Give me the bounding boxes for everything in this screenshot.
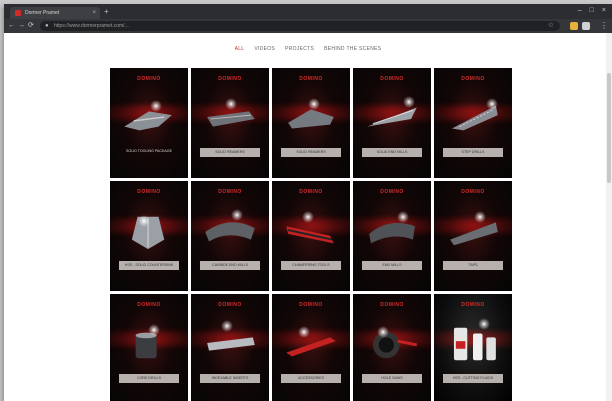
tile-brand-logo: DOMINO (218, 189, 242, 195)
lens-flare (298, 326, 310, 338)
product-tile[interactable]: DOMINO HSS - SOLID COUNTERSINK (110, 181, 188, 291)
lens-flare (474, 211, 486, 223)
tile-label[interactable]: SOLID END MILLS (362, 148, 422, 157)
product-tile[interactable]: DOMINO HOLE SAWS (353, 294, 431, 401)
product-tile[interactable]: DOMINO CORE DRILLS (110, 294, 188, 401)
tile-brand-logo: DOMINO (137, 189, 161, 195)
tile-label[interactable]: HSS - CUTTING FLUIDS (443, 374, 503, 383)
product-tile[interactable]: DOMINO HSS - CUTTING FLUIDS (434, 294, 512, 401)
lens-flare (148, 324, 160, 336)
title-bar: Dormer Pramet × + – □ × (4, 4, 612, 19)
tile-label[interactable]: SOLID REAMERS (200, 148, 260, 157)
product-image (369, 222, 415, 244)
lens-flare (150, 100, 162, 112)
tile-label[interactable]: HSS - SOLID COUNTERSINK (119, 261, 179, 270)
browser-toolbar: ← → ⟳ ● https://www.dormerpramet.com/...… (4, 19, 612, 33)
forward-button[interactable]: → (18, 21, 25, 31)
lens-flare (397, 211, 409, 223)
tile-brand-logo: DOMINO (380, 189, 404, 195)
product-tile[interactable]: DOMINO SOLID REAMERS (272, 68, 350, 178)
tile-brand-logo: DOMINO (299, 189, 323, 195)
product-grid: DOMINO SOLID TOOLING PACKAGE DOMINO SOLID R… (110, 68, 514, 401)
tile-label[interactable]: STEP DRILLS (443, 148, 503, 157)
site-nav: ALL VIDEOS PROJECTS BEHIND THE SCENES (4, 46, 612, 52)
tile-brand-logo: DOMINO (218, 76, 242, 82)
nav-item-behind-the-scenes[interactable]: BEHIND THE SCENES (324, 46, 381, 52)
extension-icon[interactable] (570, 22, 578, 30)
page-scrollbar[interactable] (606, 33, 612, 401)
product-tile[interactable]: DOMINO STEP DRILLS (434, 68, 512, 178)
nav-item-all[interactable]: ALL (235, 46, 245, 52)
tile-label[interactable]: HOLE SAWS (362, 374, 422, 383)
browser-window: Dormer Pramet × + – □ × ← → ⟳ ● https://… (4, 4, 612, 401)
lens-flare (231, 209, 243, 221)
nav-item-projects[interactable]: PROJECTS (285, 46, 314, 52)
product-tile[interactable]: DOMINO TAPS (434, 181, 512, 291)
tile-label[interactable]: CHAMFERING TOOLS (281, 261, 341, 270)
lens-flare (403, 96, 415, 108)
product-image (453, 327, 496, 361)
tile-brand-logo: DOMINO (461, 189, 485, 195)
scrollbar-thumb[interactable] (607, 73, 611, 183)
tile-label[interactable]: ACCESSORIES (281, 374, 341, 383)
tile-label[interactable]: SOLID REAMERS (281, 148, 341, 157)
tile-label[interactable]: END MILLS (362, 261, 422, 270)
bookmark-star-icon[interactable]: ☆ (548, 22, 554, 30)
browser-menu-button[interactable]: ⋮ (600, 21, 608, 31)
product-tile[interactable]: DOMINO SOLID END MILLS (353, 68, 431, 178)
address-bar[interactable]: ● https://www.dormerpramet.com/... ☆ (40, 21, 560, 31)
tile-brand-logo: DOMINO (299, 76, 323, 82)
product-image (124, 111, 172, 131)
lens-flare (486, 98, 498, 110)
web-page: ALL VIDEOS PROJECTS BEHIND THE SCENES DO… (4, 33, 612, 401)
new-tab-button[interactable]: + (104, 7, 109, 17)
minimize-button[interactable]: – (578, 7, 582, 15)
lens-flare (308, 98, 320, 110)
tile-brand-logo: DOMINO (218, 302, 242, 308)
favicon-icon (15, 10, 21, 16)
nav-item-videos[interactable]: VIDEOS (254, 46, 275, 52)
lock-icon: ● (45, 23, 49, 29)
product-image (205, 222, 255, 242)
browser-tab[interactable]: Dormer Pramet × (10, 7, 100, 19)
product-tile[interactable]: DOMINO END MILLS (353, 181, 431, 291)
product-tile[interactable]: DOMINO INDEXABLE INSERTS (191, 294, 269, 401)
product-tile[interactable]: DOMINO CHAMFERING TOOLS (272, 181, 350, 291)
lens-flare (302, 211, 314, 223)
tile-label[interactable]: INDEXABLE INSERTS (200, 374, 260, 383)
lens-flare (221, 320, 233, 332)
tile-label[interactable]: CARBIDE END MILLS (200, 261, 260, 270)
product-tile[interactable]: DOMINO SOLID REAMERS (191, 68, 269, 178)
maximize-button[interactable]: □ (590, 7, 594, 15)
reload-button[interactable]: ⟳ (28, 21, 34, 31)
profile-avatar[interactable] (582, 22, 590, 30)
tile-brand-logo: DOMINO (299, 302, 323, 308)
tile-label[interactable]: TAPS (443, 261, 503, 270)
tab-close-icon[interactable]: × (92, 10, 96, 16)
url-text: https://www.dormerpramet.com/... (54, 23, 129, 29)
product-image (286, 337, 336, 357)
product-tile[interactable]: DOMINO ACCESSORIES (272, 294, 350, 401)
tile-brand-logo: DOMINO (137, 302, 161, 308)
window-controls: – □ × (578, 7, 606, 15)
close-window-button[interactable]: × (602, 7, 606, 15)
lens-flare (225, 98, 237, 110)
product-tile[interactable]: DOMINO SOLID TOOLING PACKAGE (110, 68, 188, 178)
back-button[interactable]: ← (8, 21, 15, 31)
tab-title: Dormer Pramet (25, 10, 60, 16)
lens-flare (138, 215, 150, 227)
product-image (450, 222, 498, 246)
tile-brand-logo: DOMINO (137, 76, 161, 82)
tile-brand-logo: DOMINO (380, 76, 404, 82)
tile-brand-logo: DOMINO (461, 76, 485, 82)
tile-brand-logo: DOMINO (380, 302, 404, 308)
product-tile[interactable]: DOMINO CARBIDE END MILLS (191, 181, 269, 291)
product-image (372, 331, 418, 359)
lens-flare (377, 326, 389, 338)
tile-label[interactable]: SOLID TOOLING PACKAGE (119, 146, 179, 158)
lens-flare (478, 318, 490, 330)
tile-brand-logo: DOMINO (461, 302, 485, 308)
tile-label[interactable]: CORE DRILLS (119, 374, 179, 383)
